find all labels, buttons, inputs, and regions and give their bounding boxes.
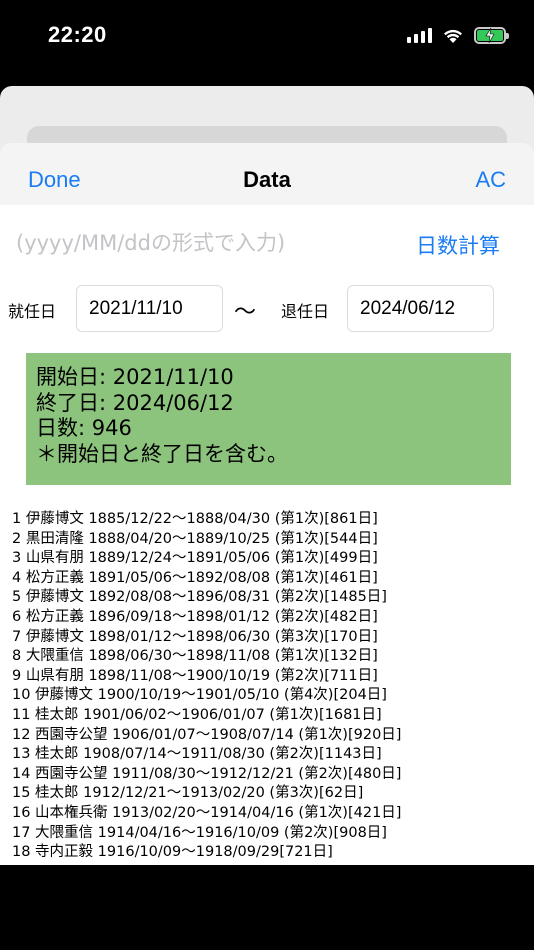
date-input[interactable]: [16, 225, 376, 261]
signal-icon: [407, 27, 432, 43]
done-button[interactable]: Done: [28, 167, 81, 193]
list-item: 6 松方正義 1896/09/18〜1898/01/12 (第2次)[482日]: [12, 608, 378, 625]
result-day-count: 日数: 946: [36, 416, 132, 440]
result-start-date: 開始日: 2021/11/10: [36, 365, 234, 389]
end-date-field[interactable]: 2024/06/12: [347, 285, 494, 332]
ac-button[interactable]: AC: [475, 167, 506, 193]
date-separator: 〜: [234, 300, 257, 325]
start-date-label: 就任日: [8, 302, 57, 321]
list-item: 1 伊藤博文 1885/12/22〜1888/04/30 (第1次)[861日]: [12, 511, 378, 527]
list-item: 16 山本権兵衛 1913/02/20〜1914/04/16 (第1次)[421…: [12, 804, 402, 821]
list-item: 11 桂太郎 1901/06/02〜1906/01/07 (第1次)[1681日…: [12, 706, 382, 723]
list-item: 18 寺内正毅 1916/10/09〜1918/09/29[721日]: [12, 844, 333, 861]
status-bar: 22:20: [0, 0, 534, 72]
wifi-icon: [444, 29, 462, 43]
list-item: 15 桂太郎 1912/12/21〜1913/02/20 (第3次)[62日]: [12, 785, 364, 802]
prime-minister-list[interactable]: 1 伊藤博文 1885/12/22〜1888/04/30 (第1次)[861日]…: [12, 510, 527, 863]
battery-charging-icon: [474, 26, 509, 44]
navigation-bar: Data Done AC: [0, 143, 534, 205]
status-icons: [407, 24, 509, 46]
result-note: ＊開始日と終了日を含む。: [36, 441, 288, 466]
list-item: 3 山県有朋 1889/12/24〜1891/05/06 (第1次)[499日]: [12, 550, 378, 567]
list-item: 2 黒田清隆 1888/04/20〜1889/10/25 (第1次)[544日]: [12, 530, 378, 547]
calculate-days-button[interactable]: 日数計算: [416, 230, 500, 260]
list-item: 14 西園寺公望 1911/08/30〜1912/12/21 (第2次)[480…: [12, 765, 402, 782]
result-end-date: 終了日: 2024/06/12: [36, 390, 234, 415]
list-item: 12 西園寺公望 1906/01/07〜1908/07/14 (第1次)[920…: [12, 726, 402, 743]
start-date-field[interactable]: 2021/11/10: [76, 285, 223, 332]
result-box: 開始日: 2021/11/10 終了日: 2024/06/12 日数: 946 …: [26, 353, 511, 485]
list-item: 8 大隈重信 1898/06/30〜1898/11/08 (第1次)[132日]: [12, 648, 378, 665]
list-item: 4 松方正義 1891/05/06〜1892/08/08 (第1次)[461日]: [12, 569, 378, 586]
list-item: 10 伊藤博文 1900/10/19〜1901/05/10 (第4次)[204日…: [12, 687, 387, 704]
status-time: 22:20: [48, 22, 107, 47]
list-item: 5 伊藤博文 1892/08/08〜1896/08/31 (第2次)[1485日…: [12, 589, 387, 606]
list-item: 13 桂太郎 1908/07/14〜1911/08/30 (第2次)[1143日…: [12, 746, 382, 763]
list-item: 9 山県有朋 1898/11/08〜1900/10/19 (第2次)[711日]: [12, 667, 378, 684]
end-date-label: 退任日: [281, 302, 330, 321]
list-item: 17 大隈重信 1914/04/16〜1916/10/09 (第2次)[908日…: [12, 824, 387, 841]
bottom-area: [0, 865, 534, 950]
list-item: 7 伊藤博文 1898/01/12〜1898/06/30 (第3次)[170日]: [12, 628, 378, 645]
